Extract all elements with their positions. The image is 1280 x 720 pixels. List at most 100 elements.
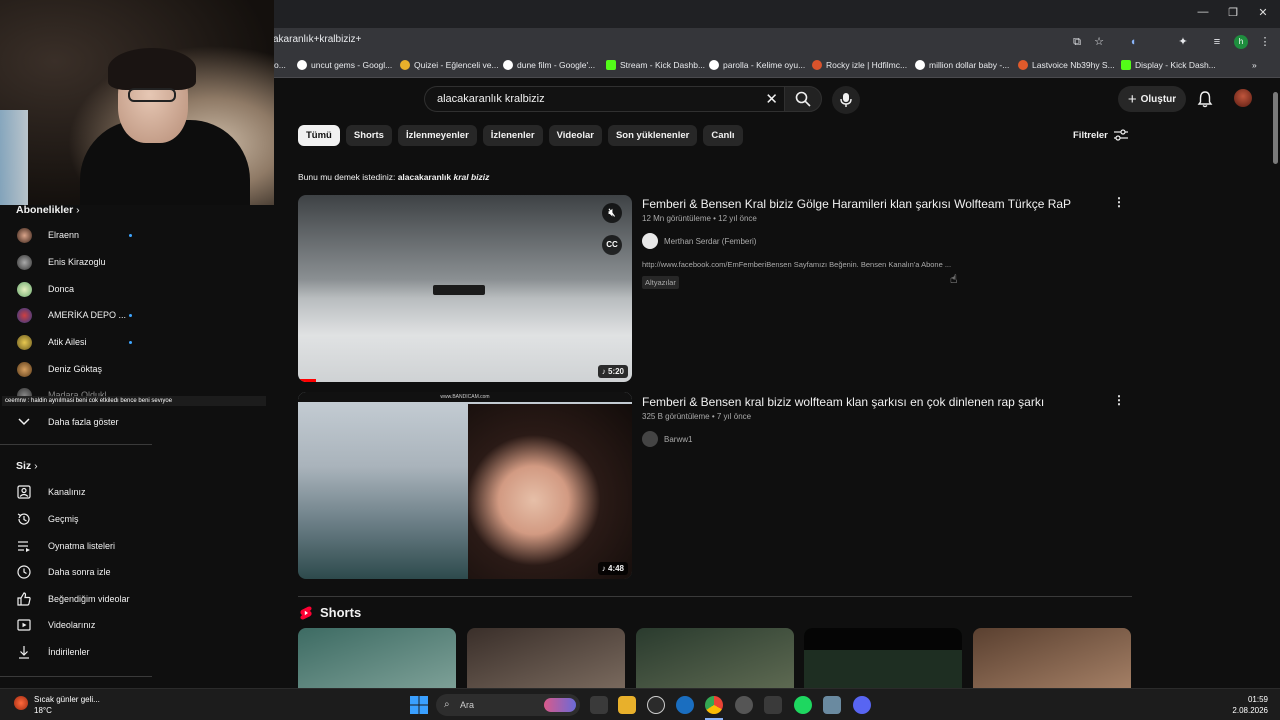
scrollbar-track[interactable]	[1271, 80, 1280, 688]
sidebar-item-label: İndirilenler	[48, 647, 90, 657]
subscription-item[interactable]: Deniz Göktaş	[16, 358, 152, 380]
bookmark[interactable]: dune film - Google'...	[503, 60, 595, 70]
chip-watched[interactable]: İzlenenler	[482, 125, 543, 146]
video-title[interactable]: Femberi & Bensen kral biziz wolfteam kla…	[642, 395, 1044, 409]
spotify-icon[interactable]	[794, 696, 812, 714]
you-header[interactable]: Siz ›	[16, 460, 38, 472]
more-options-icon[interactable]: ⋮	[1113, 393, 1125, 407]
system-clock[interactable]: 01:59 2.08.2026	[1232, 694, 1268, 716]
star-icon[interactable]: ☆	[1092, 35, 1106, 49]
video-title[interactable]: Femberi & Bensen Kral biziz Gölge Harami…	[642, 197, 1071, 211]
edge-icon[interactable]	[676, 696, 694, 714]
video-meta: 325 B görüntüleme • 7 yıl önce	[642, 412, 752, 421]
cc-button[interactable]: CC	[602, 235, 622, 255]
taskbar: Sıcak günler geli... 18°C ⌕ Ara 01:59 2.…	[0, 688, 1280, 720]
obs-icon[interactable]	[735, 696, 753, 714]
task-view-icon[interactable]	[590, 696, 608, 714]
chip-live[interactable]: Canlı	[703, 125, 743, 146]
sidebar-item-your-channel[interactable]: Kanalınız	[16, 481, 152, 503]
short-thumbnail[interactable]	[636, 628, 794, 690]
filters-button[interactable]: Filtreler	[1073, 129, 1128, 141]
app-icon[interactable]	[823, 696, 841, 714]
suggestion-link[interactable]: alacakaranlık	[398, 172, 451, 182]
chip-recent[interactable]: Son yüklenenler	[607, 125, 698, 146]
create-label: Oluştur	[1140, 93, 1177, 105]
file-explorer-icon[interactable]	[618, 696, 636, 714]
media-icon[interactable]: ≡	[1210, 35, 1224, 49]
sidebar-item-playlists[interactable]: Oynatma listeleri	[16, 535, 152, 557]
sidebar-item-watch-later[interactable]: Daha sonra izle	[16, 561, 152, 583]
short-thumbnail[interactable]	[804, 628, 962, 690]
show-more-button[interactable]: Daha fazla göster	[16, 411, 152, 433]
app-icon[interactable]	[764, 696, 782, 714]
chip-all[interactable]: Tümü	[298, 125, 340, 146]
bookmark[interactable]: o...	[274, 60, 286, 70]
playlists-icon	[18, 541, 30, 552]
mute-icon[interactable]: 🔇︎	[602, 203, 622, 223]
did-you-mean: Bunu mu demek istediniz: alacakaranlık k…	[298, 172, 489, 182]
chip-videos[interactable]: Videolar	[548, 125, 602, 146]
url-field[interactable]: cakaranlık+kralbiziz+	[268, 34, 361, 45]
account-avatar[interactable]	[1234, 89, 1252, 107]
parolla-icon	[709, 60, 719, 70]
chatgpt-icon[interactable]	[647, 696, 665, 714]
chip-shorts[interactable]: Shorts	[345, 125, 392, 146]
shorts-icon	[300, 606, 312, 619]
windows-start-icon[interactable]	[410, 696, 428, 714]
channel-link[interactable]: Barww1	[642, 431, 692, 447]
short-thumbnail[interactable]	[298, 628, 456, 690]
chip-unwatched[interactable]: İzlenmeyenler	[397, 125, 477, 146]
minimize-icon[interactable]: —	[1188, 6, 1218, 22]
install-icon[interactable]: ⧉	[1070, 35, 1084, 49]
taskbar-search[interactable]: ⌕ Ara	[436, 694, 580, 716]
weather-widget[interactable]: Sıcak günler geli... 18°C	[14, 694, 100, 716]
search-button[interactable]	[784, 86, 822, 112]
channel-link[interactable]: Merthan Serdar (Femberi)	[642, 233, 756, 249]
subscriptions-header[interactable]: Abonelikler ›	[16, 204, 80, 216]
notifications-bell-icon[interactable]	[1196, 90, 1214, 108]
bookmark[interactable]: parolla - Kelime oyu...	[709, 60, 805, 70]
chrome-icon[interactable]	[705, 696, 723, 714]
filters-label: Filtreler	[1073, 129, 1108, 141]
extension-audio-icon[interactable]: ◖	[1126, 35, 1140, 49]
bookmark[interactable]: uncut gems - Googl...	[297, 60, 392, 70]
bookmark[interactable]: Lastvoice Nb39hy S...	[1018, 60, 1115, 70]
subscription-item[interactable]: Donca	[16, 278, 152, 300]
more-options-icon[interactable]: ⋮	[1113, 195, 1125, 209]
short-thumbnail[interactable]	[973, 628, 1131, 690]
scrollbar-thumb[interactable]	[1273, 92, 1278, 164]
bookmark[interactable]: Rocky izle | Hdfilmc...	[812, 60, 907, 70]
channel-avatar	[642, 431, 658, 447]
subscription-item[interactable]: Enis Kirazoglu	[16, 251, 152, 273]
bookmark[interactable]: million dollar baby -...	[915, 60, 1009, 70]
short-thumbnail[interactable]	[467, 628, 625, 690]
person-hair	[108, 48, 196, 90]
menu-icon[interactable]: ⋮	[1258, 35, 1272, 49]
video-thumbnail[interactable]: 🔇︎ CC ♪ 5:20	[298, 195, 632, 382]
video-thumbnail[interactable]: www.BANDICAM.com ♪ 4:48	[298, 392, 632, 579]
voice-search-button[interactable]	[832, 86, 860, 114]
subscription-name: Deniz Göktaş	[48, 364, 103, 374]
channel-avatar	[642, 233, 658, 249]
extensions-icon[interactable]: ✦	[1176, 35, 1190, 49]
search-input[interactable]: alacakaranlık kralbiziz ✕	[424, 86, 784, 112]
restore-icon[interactable]: ❐	[1218, 6, 1248, 22]
sidebar-item-liked-videos[interactable]: Beğendiğim videolar	[16, 588, 152, 610]
suggestion-link-italic[interactable]: kral biziz	[453, 172, 489, 182]
bookmark[interactable]: Quizei - Eğlenceli ve...	[400, 60, 499, 70]
mouse-cursor-icon: ☝︎	[950, 272, 958, 286]
clear-search-icon[interactable]: ✕	[765, 90, 778, 108]
close-window-icon[interactable]: ✕	[1248, 6, 1278, 22]
microphone-icon	[840, 93, 852, 107]
sidebar-item-history[interactable]: Geçmiş	[16, 508, 152, 530]
subscription-name: Elraenn	[48, 230, 80, 240]
bookmark[interactable]: Display - Kick Dash...	[1121, 60, 1216, 70]
bookmark[interactable]: Stream - Kick Dashb...	[606, 60, 705, 70]
sidebar-item-your-videos[interactable]: Videolarınız	[16, 614, 152, 636]
more-bookmarks-button[interactable]: »	[1252, 60, 1257, 70]
profile-avatar[interactable]: h	[1234, 35, 1248, 49]
create-button[interactable]: + Oluştur	[1118, 86, 1186, 112]
thumbnail-object	[433, 285, 485, 295]
discord-icon[interactable]	[853, 696, 871, 714]
sidebar-item-downloads[interactable]: İndirilenler	[16, 641, 152, 663]
